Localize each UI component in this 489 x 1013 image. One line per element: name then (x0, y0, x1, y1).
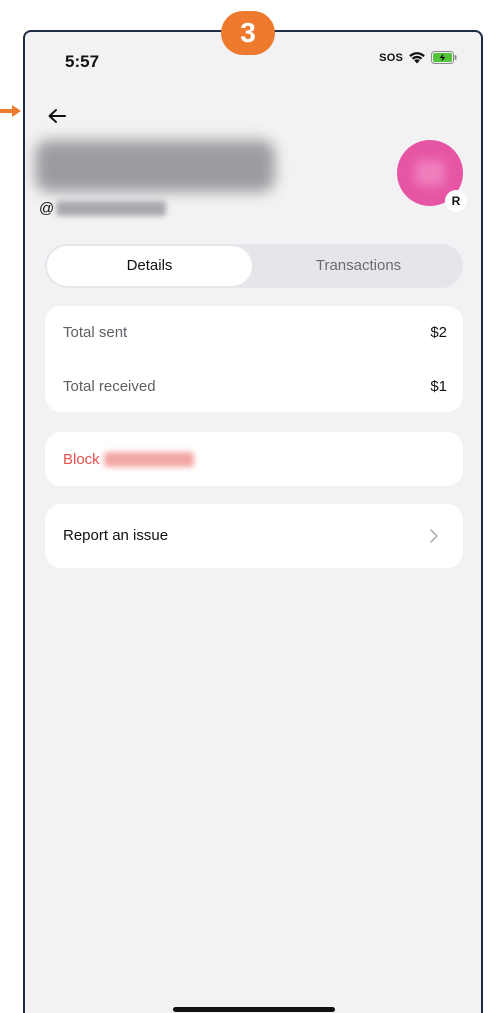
chevron-right-icon (430, 529, 438, 543)
total-sent-label: Total sent (63, 324, 128, 341)
total-received-label: Total received (63, 378, 156, 395)
handle-redacted (56, 201, 167, 216)
status-time: 5:57 (65, 52, 100, 71)
report-issue-label: Report an issue (63, 527, 169, 544)
contact-handle: @ (39, 200, 167, 217)
tab-details[interactable]: Details (47, 246, 252, 286)
report-issue-button[interactable]: Report an issue (45, 504, 463, 568)
contact-name-redacted (35, 140, 275, 192)
total-sent-row: Total sent $2 (63, 324, 447, 341)
back-button[interactable] (43, 104, 71, 128)
wifi-icon (409, 52, 425, 64)
block-name-redacted (103, 452, 194, 467)
avatar[interactable]: R (397, 140, 467, 212)
total-sent-value: $2 (430, 324, 447, 341)
handle-prefix: @ (39, 200, 55, 217)
annotation-arrow-icon (0, 105, 21, 117)
step-number-badge: 3 (221, 11, 275, 55)
totals-card: Total sent $2 Total received $1 (45, 306, 463, 412)
block-row: Block (63, 451, 194, 468)
total-received-row: Total received $1 (63, 378, 447, 395)
total-received-value: $1 (430, 378, 447, 395)
block-contact-button[interactable]: Block (45, 432, 463, 486)
home-indicator[interactable] (173, 1007, 335, 1012)
sos-indicator: SOS (379, 51, 403, 64)
avatar-badge: R (445, 190, 467, 212)
status-icons: SOS (379, 51, 457, 64)
screenshot-canvas: 3 5:57 SOS @ R Details Transactions Tota… (0, 0, 489, 1013)
segmented-tabs: Details Transactions (45, 244, 463, 288)
avatar-initials-redacted (415, 160, 445, 186)
arrow-left-icon (48, 109, 66, 123)
battery-charging-icon (431, 51, 457, 64)
tab-transactions[interactable]: Transactions (256, 246, 461, 286)
block-label: Block (63, 451, 100, 468)
step-number: 3 (240, 17, 256, 48)
phone-screen: 5:57 SOS @ R Details Transactions Total … (23, 30, 483, 1013)
